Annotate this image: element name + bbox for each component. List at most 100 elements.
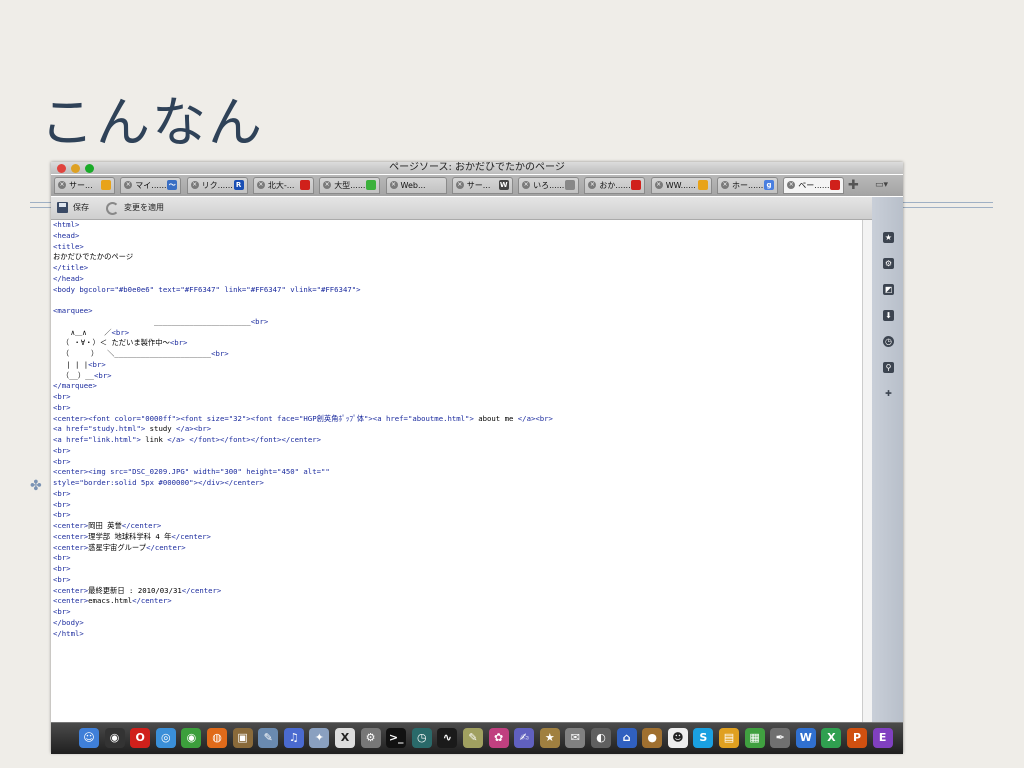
source-tag: <html> [53,220,80,229]
source-line: <br> [53,564,861,575]
timemachine-icon[interactable]: ◷ [411,728,432,748]
close-tab-icon[interactable]: × [124,181,133,189]
apply-changes-icon[interactable] [106,202,119,215]
source-tag: <br> [53,392,71,401]
source-tag: <body bgcolor="#b0e0e6" text="#FF6347" l… [53,284,361,294]
browser-tab[interactable]: × Web... [385,177,447,194]
save-button[interactable]: 保存 [73,202,89,213]
source-tag: <center> [53,542,89,552]
wikipedia-icon: W [498,180,509,190]
window-titlebar[interactable]: ページソース: おかだひでたかのページ [51,162,903,174]
tab-label: マイ...... [135,181,167,190]
search-icon[interactable]: ⚲ [883,362,894,373]
browser-tab[interactable]: × おか...... [584,177,646,194]
source-line: ______________________<br> [53,317,861,328]
activity-icon[interactable]: ∿ [437,728,458,748]
browser-tab[interactable]: × サー... [54,177,115,194]
preview-icon[interactable]: ✎ [258,728,279,748]
bullet-icon: ✤ [30,478,42,494]
app-icon[interactable]: ✦ [309,728,330,748]
close-tab-icon[interactable]: × [787,181,796,189]
app-icon[interactable]: X [821,728,842,748]
photo-icon[interactable]: ▣ [232,728,253,748]
terminal-icon[interactable]: >_ [386,728,407,748]
new-tab-icon[interactable]: ✚ [848,178,859,193]
tab-list-icon[interactable]: ▭▾ [875,180,888,190]
app-icon[interactable]: ▦ [744,728,765,748]
slide-rule-right [903,202,993,203]
browser-tab[interactable]: × WW...... [650,177,712,194]
app-icon[interactable]: ▤ [719,728,739,748]
app-icon[interactable]: ✉ [565,728,586,748]
save-icon[interactable] [57,202,68,213]
close-tab-icon[interactable]: × [588,181,597,189]
finder-icon[interactable]: ☺ [79,728,99,748]
gear-icon[interactable]: ⚙ [883,258,894,269]
close-tab-icon[interactable]: × [455,181,464,189]
source-line: <html> [53,220,861,231]
source-tag: </body> [53,617,84,627]
tab-label: おか...... [599,181,631,190]
source-line: <br> [53,392,861,403]
app-icon[interactable]: W [795,728,816,748]
source-line: <center>惑星宇宙グループ</center> [53,543,861,554]
source-tag: </center> [171,531,211,541]
x11-icon[interactable]: X [335,728,355,748]
app-icon[interactable]: E [872,728,893,748]
firefox-icon[interactable]: ◍ [207,728,227,748]
safari-icon[interactable]: ◎ [155,728,176,748]
close-tab-icon[interactable]: × [654,181,663,189]
opera-icon[interactable]: O [130,728,151,748]
add-icon[interactable]: ✚ [883,388,894,399]
source-line: <center>emacs.html</center> [53,596,861,607]
source-tag: </center> [181,585,222,595]
app-icon[interactable]: ◐ [591,728,611,748]
note-icon[interactable]: ◩ [883,284,894,295]
source-line: <center>岡田 英誉</center> [53,521,861,532]
download-icon[interactable]: ⬇ [883,310,894,321]
app-icon[interactable]: ● [642,728,663,748]
app-icon[interactable]: ★ [539,728,560,748]
source-line: <br> [53,575,861,586]
app-icon[interactable]: ✍ [514,728,535,748]
source-line: <marquee> [53,306,861,317]
source-line: <br> [53,500,861,511]
close-tab-icon[interactable]: × [522,181,531,189]
source-line: （ ） ＼______________________<br> [53,349,861,360]
app-icon[interactable]: ✎ [463,728,483,748]
bookmark-icon [830,180,841,190]
browser-tab[interactable]: × サー... W [451,177,513,194]
browser-tab[interactable]: × ペー...... [783,177,845,194]
itunes-icon[interactable]: ♫ [283,728,304,748]
chrome-icon[interactable]: ◉ [181,728,202,748]
app-icon[interactable]: ✿ [488,728,509,748]
source-tag: </center> [146,542,186,552]
app-icon[interactable]: ⌂ [616,728,637,748]
close-tab-icon[interactable]: × [721,181,729,189]
apply-changes-button[interactable]: 変更を適用 [124,202,164,213]
browser-tab[interactable]: × いろ...... [518,177,580,194]
close-tab-icon[interactable]: × [190,181,199,189]
browser-tab[interactable]: × マイ...... 〜 [120,177,182,194]
browser-tab[interactable]: × リク...... R [186,177,248,194]
source-text: 惑星宇宙グループ [88,542,147,552]
browser-tab[interactable]: × 北大-... [252,177,314,194]
close-tab-icon[interactable]: × [323,181,332,189]
history-clock-icon[interactable]: ◷ [883,336,894,347]
browser-tab[interactable]: × ホー...... g [717,177,778,194]
source-code-view[interactable]: <html> <head> <title> おかだひでたかのページ </title> </… [53,220,861,753]
close-tab-icon[interactable]: × [256,181,265,189]
close-tab-icon[interactable]: × [389,181,398,189]
close-tab-icon[interactable]: × [58,181,66,189]
bookmark-star-icon[interactable]: ★ [883,232,894,243]
dashboard-icon[interactable]: ◉ [104,728,125,748]
tab-label: 大型...... [334,181,366,190]
app-icon[interactable]: ☻ [667,728,688,748]
source-tag: <br> [93,370,112,380]
preferences-icon[interactable]: ⚙ [360,728,381,748]
source-line: <center><font color="0000ff"><font size=… [53,414,861,425]
skype-icon[interactable]: S [693,728,714,748]
browser-tab[interactable]: × 大型...... [319,177,381,194]
app-icon[interactable]: P [847,728,867,748]
app-icon[interactable]: ✒ [770,728,791,748]
